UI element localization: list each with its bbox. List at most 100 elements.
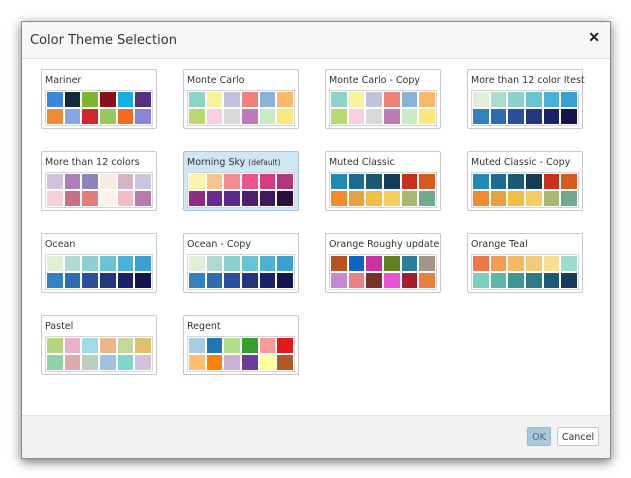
color-swatch xyxy=(419,92,435,107)
color-swatch xyxy=(259,256,276,271)
dialog-footer: OK Cancel xyxy=(22,415,610,458)
color-swatch xyxy=(47,92,63,107)
color-swatch xyxy=(348,256,365,271)
color-swatch xyxy=(384,109,400,124)
theme-name: Monte Carlo xyxy=(187,75,244,86)
theme-option[interactable]: More than 12 colors xyxy=(41,151,157,211)
color-swatch xyxy=(348,174,365,189)
color-swatches xyxy=(329,172,437,208)
color-swatch xyxy=(224,92,240,107)
color-swatch xyxy=(189,338,205,353)
color-swatch xyxy=(117,92,134,107)
color-swatch xyxy=(526,191,542,206)
color-swatch xyxy=(64,355,81,370)
color-swatch xyxy=(543,174,560,189)
color-swatches xyxy=(187,336,295,372)
color-swatch xyxy=(117,273,134,288)
color-swatch xyxy=(224,273,240,288)
color-swatch xyxy=(401,191,418,206)
color-swatch xyxy=(401,256,418,271)
color-swatch xyxy=(331,109,347,124)
color-swatch xyxy=(47,174,63,189)
color-swatch xyxy=(206,273,223,288)
color-swatch xyxy=(82,109,98,124)
color-swatch xyxy=(224,109,240,124)
color-swatch xyxy=(189,355,205,370)
color-swatch xyxy=(561,92,577,107)
theme-name: Muted Classic - Copy xyxy=(471,157,570,168)
default-tag: (default) xyxy=(248,158,281,167)
color-swatch xyxy=(508,174,524,189)
color-swatch xyxy=(366,174,382,189)
theme-name-text: Monte Carlo xyxy=(187,75,245,86)
color-swatch xyxy=(242,256,258,271)
color-swatch xyxy=(206,338,223,353)
theme-option[interactable]: Monte Carlo xyxy=(183,69,299,129)
color-swatch xyxy=(135,191,151,206)
theme-option[interactable]: Orange Roughy update xyxy=(325,233,441,293)
theme-name-text: Monte Carlo - Copy xyxy=(329,75,420,86)
color-swatch xyxy=(366,92,382,107)
color-swatch xyxy=(189,273,205,288)
theme-option[interactable]: Muted Classic xyxy=(325,151,441,211)
color-swatches xyxy=(187,172,295,208)
theme-option[interactable]: Pastel xyxy=(41,315,157,375)
color-swatch xyxy=(419,191,435,206)
color-swatches xyxy=(471,90,579,126)
theme-option[interactable]: Regent xyxy=(183,315,299,375)
color-swatches xyxy=(471,254,579,290)
theme-option[interactable]: Mariner xyxy=(41,69,157,129)
color-swatch xyxy=(259,92,276,107)
color-swatch xyxy=(206,92,223,107)
color-swatch xyxy=(259,355,276,370)
color-swatch xyxy=(224,355,240,370)
theme-name: Regent xyxy=(187,321,221,332)
theme-option[interactable]: Ocean - Copy xyxy=(183,233,299,293)
color-swatch xyxy=(100,174,116,189)
color-swatch xyxy=(242,338,258,353)
color-swatch xyxy=(242,92,258,107)
theme-option[interactable]: Monte Carlo - Copy xyxy=(325,69,441,129)
theme-name: More than 12 colors xyxy=(45,157,140,168)
color-swatch xyxy=(82,355,98,370)
theme-name-text: Ocean xyxy=(45,239,76,250)
color-swatch xyxy=(135,355,151,370)
theme-option[interactable]: Ocean xyxy=(41,233,157,293)
color-swatch xyxy=(64,256,81,271)
color-swatch xyxy=(490,174,507,189)
color-swatch xyxy=(206,256,223,271)
color-swatch xyxy=(259,174,276,189)
color-swatch xyxy=(206,355,223,370)
color-swatch xyxy=(100,338,116,353)
color-swatch xyxy=(117,338,134,353)
theme-option[interactable]: Orange Teal xyxy=(467,233,583,293)
color-swatch xyxy=(135,174,151,189)
color-swatch xyxy=(47,273,63,288)
close-icon[interactable]: ✕ xyxy=(588,29,600,46)
color-swatches xyxy=(45,172,153,208)
theme-option[interactable]: Muted Classic - Copy xyxy=(467,151,583,211)
theme-name-text: Muted Classic - Copy xyxy=(471,157,571,168)
theme-name: Orange Roughy update xyxy=(329,239,439,250)
color-swatch xyxy=(277,92,293,107)
theme-name-text: Pastel xyxy=(45,321,74,332)
color-swatch xyxy=(189,92,205,107)
color-swatch xyxy=(82,256,98,271)
theme-option[interactable]: Morning Sky (default) xyxy=(183,151,299,211)
color-swatch xyxy=(348,109,365,124)
theme-option[interactable]: More than 12 color Itest xyxy=(467,69,585,129)
color-swatch xyxy=(64,338,81,353)
cancel-button[interactable]: Cancel xyxy=(557,427,599,446)
theme-name: More than 12 color Itest xyxy=(471,75,585,86)
theme-name-text: Ocean - Copy xyxy=(187,239,251,250)
theme-name: Ocean xyxy=(45,239,75,250)
color-swatch xyxy=(277,338,293,353)
theme-name: Ocean - Copy xyxy=(187,239,251,250)
color-swatch xyxy=(331,92,347,107)
color-swatch xyxy=(508,109,524,124)
color-swatch xyxy=(490,256,507,271)
color-swatch xyxy=(543,92,560,107)
color-swatch xyxy=(366,256,382,271)
ok-button[interactable]: OK xyxy=(527,427,551,446)
color-swatches xyxy=(329,254,437,290)
